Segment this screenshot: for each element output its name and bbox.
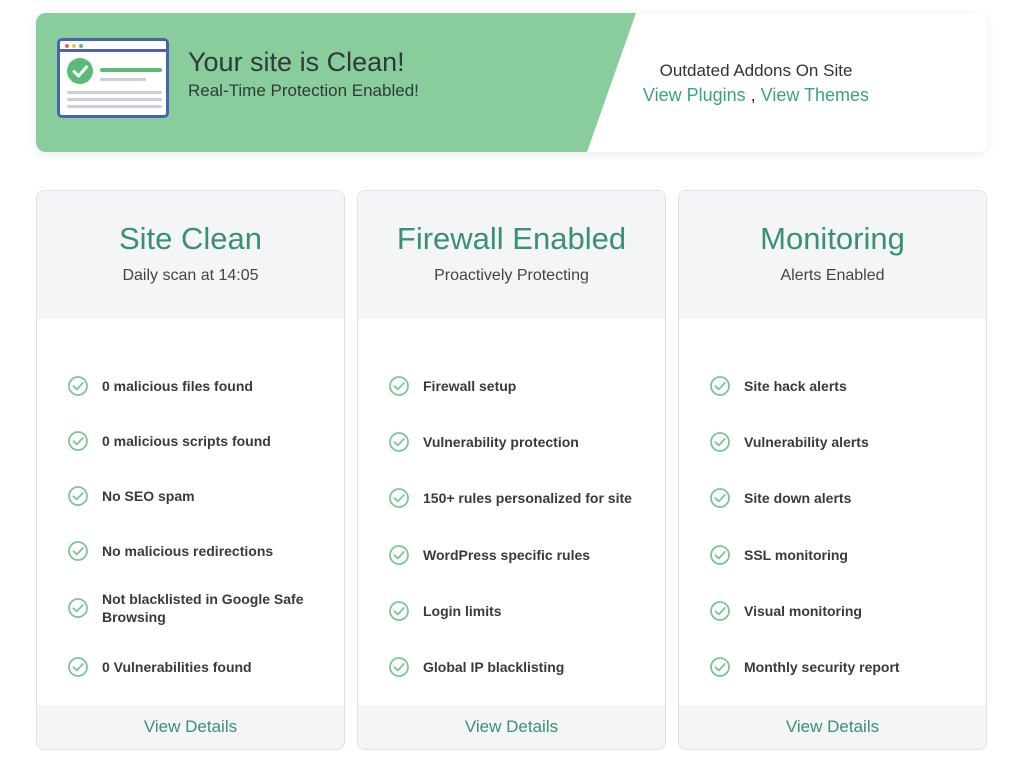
check-circle-icon (68, 541, 88, 561)
card-title: Firewall Enabled (396, 221, 627, 256)
list-item-text: Site hack alerts (744, 378, 847, 394)
check-circle-icon (389, 657, 409, 677)
list-item-text: SSL monitoring (744, 547, 848, 563)
list-item-text: No SEO spam (102, 488, 195, 504)
card-title: Site Clean (118, 221, 263, 256)
list-item-text: Firewall setup (423, 378, 517, 394)
list-item-text: 0 malicious scripts found (102, 433, 271, 449)
check-circle-icon (68, 431, 88, 451)
list-item: SSL monitoring (709, 544, 959, 566)
card-subtitle: Proactively Protecting (434, 267, 589, 284)
list-item-text: Site down alerts (744, 490, 852, 506)
list-item: 0 Vulnerabilities found (67, 656, 317, 678)
list-item-text: 0 malicious files found (102, 378, 253, 394)
list-item-text: WordPress specific rules (423, 547, 591, 563)
browser-dot-yellow (72, 44, 76, 48)
card-header: Site Clean Daily scan at 14:05 (37, 191, 344, 319)
list-item: Global IP blacklisting (388, 656, 638, 678)
addons-links: View Plugins , View Themes (626, 83, 886, 107)
list-item: 0 malicious files found (67, 375, 317, 397)
banner-title: Your site is Clean! (188, 47, 405, 77)
check-circle-icon (68, 598, 88, 618)
list-item: 150+ rules personalized for site (388, 487, 638, 509)
check-circle-icon (389, 601, 409, 621)
check-circle-icon (68, 486, 88, 506)
list-item: Firewall setup (388, 375, 638, 397)
list-item: Login limits (388, 600, 638, 622)
view-details-button[interactable]: View Details (358, 705, 665, 749)
list-item: Not blacklisted in Google Safe Browsing (67, 590, 317, 626)
card-firewall: Firewall Enabled Proactively Protecting … (357, 190, 666, 750)
check-circle-icon (710, 488, 730, 508)
browser-check-icon (57, 38, 169, 118)
list-item-text: Global IP blacklisting (423, 659, 565, 675)
card-subtitle: Alerts Enabled (780, 267, 885, 284)
list-item-text: 0 Vulnerabilities found (102, 659, 252, 675)
view-plugins-link[interactable]: View Plugins (643, 85, 746, 105)
check-circle-icon (710, 432, 730, 452)
check-circle-icon (710, 601, 730, 621)
list-item: WordPress specific rules (388, 544, 638, 566)
view-details-button[interactable]: View Details (37, 705, 344, 749)
card-header: Monitoring Alerts Enabled (679, 191, 986, 319)
list-item-text: 150+ rules personalized for site (423, 490, 632, 506)
check-circle-icon (389, 432, 409, 452)
browser-dot-green (79, 44, 83, 48)
card-header: Firewall Enabled Proactively Protecting (358, 191, 665, 319)
list-item-text: Monthly security report (744, 659, 900, 675)
illus-line (67, 91, 162, 94)
illus-line (67, 98, 162, 101)
illus-line (100, 68, 162, 72)
list-item: Monthly security report (709, 656, 959, 678)
card-subtitle: Daily scan at 14:05 (122, 267, 259, 284)
check-circle-icon (710, 376, 730, 396)
links-separator: , (745, 85, 761, 105)
banner-subtitle: Real-Time Protection Enabled! (188, 81, 419, 100)
status-banner: Your site is Clean! Real-Time Protection… (36, 13, 987, 152)
list-item-text: Visual monitoring (744, 603, 862, 619)
list-item-text: Vulnerability alerts (744, 434, 869, 450)
list-item-text: Login limits (423, 603, 502, 619)
view-details-button[interactable]: View Details (679, 705, 986, 749)
list-item: Site down alerts (709, 487, 959, 509)
feature-list: 0 malicious files found 0 malicious scri… (37, 319, 344, 706)
list-item: Site hack alerts (709, 375, 959, 397)
feature-list: Firewall setup Vulnerability protection … (358, 319, 665, 706)
list-item-text: No malicious redirections (102, 543, 274, 559)
illus-line (100, 78, 146, 81)
check-circle-icon (68, 657, 88, 677)
list-item-text: Not blacklisted in Google Safe Browsing (102, 591, 304, 625)
addons-title: Outdated Addons On Site (659, 61, 853, 80)
list-item: No malicious redirections (67, 540, 317, 562)
card-site-clean: Site Clean Daily scan at 14:05 0 malicio… (36, 190, 345, 750)
outdated-addons: Outdated Addons On Site View Plugins , V… (626, 59, 886, 107)
list-item: No SEO spam (67, 485, 317, 507)
browser-dot-red (65, 44, 69, 48)
check-circle-icon (389, 545, 409, 565)
card-title: Monitoring (760, 221, 905, 256)
check-circle-icon (710, 545, 730, 565)
list-item: Vulnerability alerts (709, 431, 959, 453)
list-item: Vulnerability protection (388, 431, 638, 453)
browser-topbar (60, 41, 166, 52)
check-circle-icon (710, 657, 730, 677)
list-item-text: Vulnerability protection (423, 434, 579, 450)
list-item: Visual monitoring (709, 600, 959, 622)
check-circle-icon (389, 488, 409, 508)
view-themes-link[interactable]: View Themes (761, 85, 869, 105)
check-circle-icon (389, 376, 409, 396)
check-circle-icon (68, 376, 88, 396)
illus-line (67, 105, 162, 108)
card-monitoring: Monitoring Alerts Enabled Site hack aler… (678, 190, 987, 750)
check-badge-icon (67, 58, 93, 84)
list-item: 0 malicious scripts found (67, 430, 317, 452)
feature-list: Site hack alerts Vulnerability alerts Si… (679, 319, 986, 706)
